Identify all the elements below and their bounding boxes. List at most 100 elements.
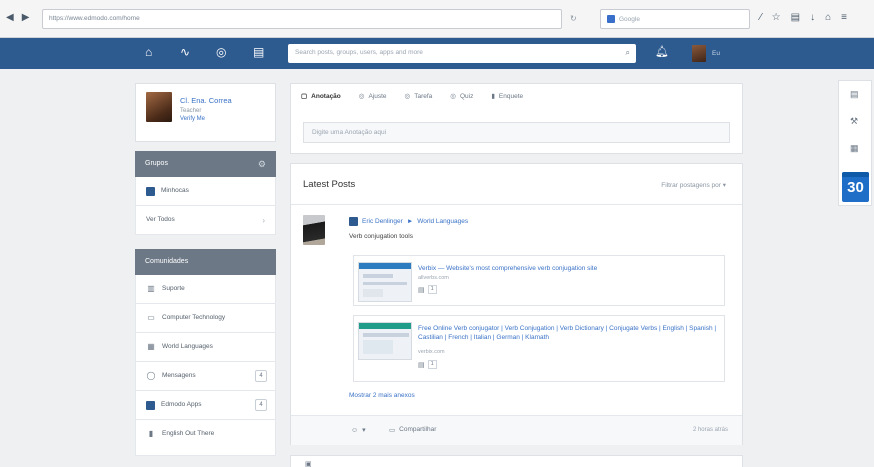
sidebar-item-label: English Out There xyxy=(162,430,215,437)
post-author-avatar[interactable] xyxy=(303,215,325,245)
sidebar-item-label: Computer Technology xyxy=(162,314,226,321)
right-rail: ▤ ⚒ ▦ 30 xyxy=(838,80,872,206)
count-badge: 4 xyxy=(255,370,267,382)
forward-icon[interactable]: ▶ xyxy=(22,12,30,23)
profile-name[interactable]: Cl. Ena. Correa xyxy=(180,96,232,105)
library-icon[interactable]: ▤ xyxy=(791,12,800,23)
tab-label: Ajuste xyxy=(368,92,387,100)
bookmark-star-icon[interactable]: ☆ xyxy=(772,12,781,23)
bell-icon[interactable]: 🔔︎ xyxy=(655,45,669,58)
verify-link[interactable]: Verify Me xyxy=(180,116,205,122)
library-icon[interactable]: ▤ xyxy=(253,45,264,59)
save-to-library-icon[interactable]: ▤ xyxy=(418,361,425,369)
search-input[interactable]: Search posts, groups, users, apps and mo… xyxy=(288,44,636,63)
search-placeholder: Search posts, groups, users, apps and mo… xyxy=(295,49,423,56)
sidebar-item-label: Mensagens xyxy=(162,372,196,379)
profile-role: Teacher xyxy=(180,108,202,114)
link-title[interactable]: Free Online Verb conjugator | Verb Conju… xyxy=(418,324,718,342)
link-title[interactable]: Verbix — Website's most comprehensive ve… xyxy=(418,264,718,273)
back-icon[interactable]: ◀ xyxy=(6,12,14,23)
sidebar-item-world-languages[interactable]: ▦ World Languages xyxy=(135,333,276,362)
divider xyxy=(291,204,742,205)
post-timestamp: 2 horas atrás xyxy=(692,427,728,433)
calendar-icon[interactable]: 30 xyxy=(842,172,869,202)
reaction-button[interactable]: ☺ ▾ xyxy=(351,426,366,435)
wrench-icon[interactable]: ⚒ xyxy=(850,116,858,127)
task-icon: ◎ xyxy=(404,93,411,100)
browser-toolbar: ◀ ▶ https://www.edmodo.com/home ↻ Google… xyxy=(0,0,874,38)
sidebar-item-label: Suporte xyxy=(162,285,185,292)
tab-task[interactable]: ◎ Tarefa xyxy=(404,92,433,101)
reaction-chevron-icon: ▾ xyxy=(362,427,366,434)
address-bar[interactable]: https://www.edmodo.com/home xyxy=(42,9,562,29)
sidebar-item-messages[interactable]: ◯ Mensagens 4 xyxy=(135,362,276,391)
browser-nav: ◀ ▶ xyxy=(6,12,29,23)
profile-avatar[interactable] xyxy=(146,92,172,122)
arrow-icon: ► xyxy=(406,218,414,225)
tab-poll[interactable]: ▮ Enquete xyxy=(491,92,523,101)
link-thumbnail xyxy=(358,322,412,360)
note-input[interactable]: Digite uma Anotação aqui xyxy=(303,122,730,143)
tab-adjust[interactable]: ◎ Ajuste xyxy=(358,92,387,101)
link-attachment[interactable]: Verbix — Website's most comprehensive ve… xyxy=(353,255,725,306)
groups-header: Grupos ⚙ xyxy=(135,151,276,177)
show-more-link[interactable]: Mostrar 2 mais anexos xyxy=(349,392,415,399)
avatar[interactable] xyxy=(692,45,706,62)
url-text: https://www.edmodo.com/home xyxy=(49,15,140,22)
filter-label: Filtrar postagens por xyxy=(661,182,721,189)
apps-icon xyxy=(146,401,155,410)
feed-title: Latest Posts xyxy=(303,179,356,190)
tab-label: Anotação xyxy=(311,92,341,100)
planner-icon[interactable]: ▤ xyxy=(850,89,859,100)
search-engine-icon xyxy=(607,15,615,23)
sidebar-item-minhocas[interactable]: Minhocas xyxy=(135,177,276,206)
monitor-icon: ▭ xyxy=(147,313,155,322)
grades-icon[interactable]: ▦ xyxy=(850,143,859,154)
adjust-icon: ◎ xyxy=(358,93,365,100)
communities-header: Comunidades xyxy=(135,249,276,275)
link-actions: ▤ 1 xyxy=(418,360,437,369)
tab-note[interactable]: ▢ Anotação xyxy=(301,92,341,101)
link-source: allverbs.com xyxy=(418,275,449,281)
link-thumbnail xyxy=(358,262,412,302)
app-header: ⌂ ∿ ◎ ▤ Search posts, groups, users, app… xyxy=(0,38,874,69)
post-author[interactable]: Eric Denlinger xyxy=(362,218,403,225)
browser-search-field[interactable]: Google xyxy=(600,9,750,29)
note-icon: ▢ xyxy=(301,93,308,100)
post-group[interactable]: World Languages xyxy=(417,218,468,225)
sidebar-item-label: Edmodo Apps xyxy=(161,401,202,408)
download-icon[interactable]: ↓ xyxy=(810,12,815,23)
sidebar-item-see-all[interactable]: Ver Todos › xyxy=(135,206,276,235)
menu-icon[interactable]: ≡ xyxy=(841,12,847,23)
tab-label: Tarefa xyxy=(414,92,433,100)
search-icon[interactable]: ⌕ xyxy=(626,48,630,58)
home-icon[interactable]: ⌂ xyxy=(145,45,152,59)
user-menu[interactable]: Eu xyxy=(712,50,720,57)
feed-filter-dropdown[interactable]: Filtrar postagens por ▾ xyxy=(661,181,726,189)
post-header: Eric Denlinger ► World Languages xyxy=(349,217,468,226)
reload-icon[interactable]: ↻ xyxy=(570,14,577,23)
activity-icon[interactable]: ∿ xyxy=(180,45,190,59)
communities-title: Comunidades xyxy=(145,258,189,265)
link-source: verbix.com xyxy=(418,349,445,355)
share-button[interactable]: ▭ Compartilhar xyxy=(389,426,436,434)
home-icon[interactable]: ⌂ xyxy=(825,12,831,23)
tab-quiz[interactable]: ◎ Quiz xyxy=(450,92,473,101)
sidebar-item-label: Minhocas xyxy=(161,187,189,194)
sidebar-item-edmodo-apps[interactable]: Edmodo Apps 4 xyxy=(135,391,276,420)
post-type-icon: ▣ xyxy=(305,461,312,467)
discover-icon[interactable]: ◎ xyxy=(216,45,226,59)
sidebar-item-label: Ver Todos xyxy=(146,216,175,223)
link-attachment[interactable]: Free Online Verb conjugator | Verb Conju… xyxy=(353,315,725,382)
sidebar-item-computer-technology[interactable]: ▭ Computer Technology xyxy=(135,304,276,333)
browser-search-placeholder: Google xyxy=(619,15,640,23)
gear-icon[interactable]: ⚙ xyxy=(258,159,266,170)
post-body: Verb conjugation tools xyxy=(349,233,413,240)
chevron-right-icon: › xyxy=(262,216,265,225)
sidebar-item-support[interactable]: ▥ Suporte xyxy=(135,275,276,304)
reader-icon[interactable]: ⁄ xyxy=(760,12,762,23)
sidebar-item-label: World Languages xyxy=(162,343,213,350)
groups-title: Grupos xyxy=(145,160,168,167)
sidebar-item-english-out-there[interactable]: ▮ English Out There xyxy=(135,420,276,456)
save-to-library-icon[interactable]: ▤ xyxy=(418,286,425,294)
